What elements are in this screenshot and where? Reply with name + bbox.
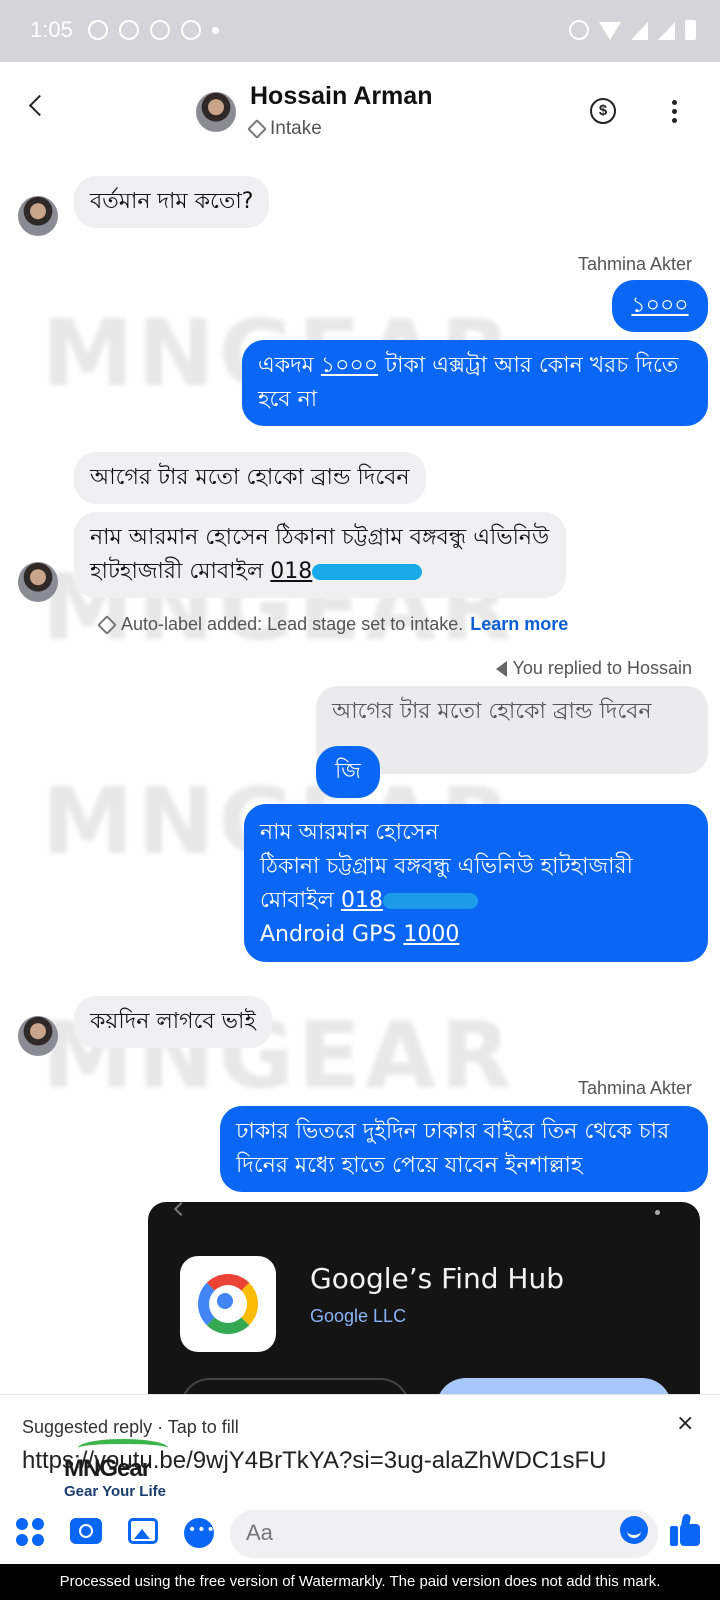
status-bar: 1:05 — [0, 0, 720, 62]
back-arrow-icon[interactable] — [28, 94, 51, 117]
redaction-mark — [312, 564, 423, 580]
logo-tagline: Gear Your Life — [64, 1483, 166, 1500]
suggested-reply-panel[interactable]: Suggested reply · Tap to fill × https://… — [0, 1394, 720, 1502]
facebook-icon — [88, 20, 108, 40]
contact-name[interactable]: Hossain Arman — [250, 82, 432, 111]
outgoing-message[interactable]: ১০০০ — [612, 280, 708, 332]
outgoing-message[interactable]: একদম ১০০০ টাকা এক্সট্রা আর কোন খরচ দিতে … — [242, 340, 708, 426]
outgoing-message[interactable]: জি — [316, 746, 380, 798]
tag-icon — [97, 614, 117, 635]
redaction-mark — [382, 893, 478, 909]
link-preview-card[interactable]: Google’s Find Hub Google LLC — [148, 1202, 700, 1394]
learn-more-link[interactable]: Learn more — [470, 614, 568, 635]
sender-avatar[interactable] — [18, 562, 58, 602]
sender-avatar[interactable] — [18, 1016, 58, 1056]
incoming-message[interactable]: কয়দিন লাগবে ভাই — [74, 996, 272, 1048]
notification-icons — [88, 20, 219, 40]
system-icons — [569, 20, 696, 40]
card-title: Google’s Find Hub — [310, 1262, 564, 1295]
chat-icon — [150, 20, 170, 40]
incoming-message[interactable]: বর্তমান দাম কতো? — [74, 176, 270, 228]
gallery-icon[interactable] — [128, 1518, 158, 1544]
message-input[interactable]: Aa — [230, 1510, 658, 1558]
tag-icon — [247, 119, 267, 139]
sender-name: Tahmina Akter — [577, 1078, 692, 1098]
outgoing-message[interactable]: ঢাকার ভিতরে দুইদিন ঢাকার বাইরে তিন থেকে … — [220, 1106, 708, 1192]
signal-icon — [631, 22, 648, 40]
incoming-message[interactable]: নাম আরমান হোসেন ঠিকানা চট্টগ্রাম বঙ্গবন্… — [74, 512, 566, 598]
messenger-icon — [119, 20, 139, 40]
contact-avatar[interactable] — [196, 92, 236, 132]
find-hub-app-icon — [180, 1256, 276, 1352]
more-notifications-icon — [212, 27, 219, 34]
reply-arrow-icon — [495, 660, 507, 677]
camera-icon[interactable] — [70, 1518, 102, 1544]
incoming-message[interactable]: আগের টার মতো হোকো ব্রান্ড দিবেন — [74, 452, 426, 504]
mngear-logo: MNGear Gear Your Life — [64, 1437, 184, 1503]
card-secondary-button[interactable] — [180, 1378, 410, 1394]
sender-avatar[interactable] — [18, 196, 58, 236]
payment-dollar-icon[interactable]: $ — [590, 98, 616, 124]
system-note: Auto-label added: Lead stage set to inta… — [97, 614, 568, 635]
logo-brand: MNGear — [64, 1455, 151, 1482]
watermark: MNGEAR — [42, 154, 515, 171]
label-text: Intake — [270, 118, 322, 139]
sender-name: Tahmina Akter — [577, 254, 692, 274]
emoji-icon[interactable] — [620, 1516, 648, 1544]
dot-icon — [655, 1210, 660, 1215]
apps-menu-icon[interactable] — [16, 1518, 44, 1546]
chevron-left-icon — [173, 1202, 189, 1217]
alarm-icon — [569, 20, 589, 40]
message-composer: Aa — [0, 1502, 720, 1564]
voice-message-icon[interactable] — [184, 1518, 216, 1548]
card-developer: Google LLC — [310, 1306, 407, 1326]
outgoing-message[interactable]: নাম আরমান হোসেন ঠিকানা চট্টগ্রাম বঙ্গবন্… — [244, 804, 708, 962]
message-list[interactable]: MNGEAR MNGEAR MNGEAR MNGEAR MNGEAR বর্তম… — [0, 154, 720, 1394]
contact-label[interactable]: Intake — [247, 118, 322, 140]
watermark-banner: Processed using the free version of Wate… — [0, 1564, 720, 1600]
card-primary-button[interactable] — [436, 1378, 672, 1394]
suggested-reply-label: Suggested reply · Tap to fill — [22, 1417, 239, 1437]
thumbs-up-icon[interactable] — [670, 1513, 702, 1546]
more-options-icon[interactable] — [672, 100, 677, 124]
chat-header: Hossain Arman Intake $ — [0, 62, 720, 154]
reply-indicator: You replied to Hossain — [495, 658, 692, 679]
close-icon[interactable]: × — [676, 1411, 694, 1436]
battery-icon — [685, 20, 696, 40]
wifi-icon — [599, 22, 621, 40]
app-icon — [181, 20, 201, 40]
signal-icon-2 — [658, 22, 675, 40]
status-time: 1:05 — [30, 17, 73, 42]
